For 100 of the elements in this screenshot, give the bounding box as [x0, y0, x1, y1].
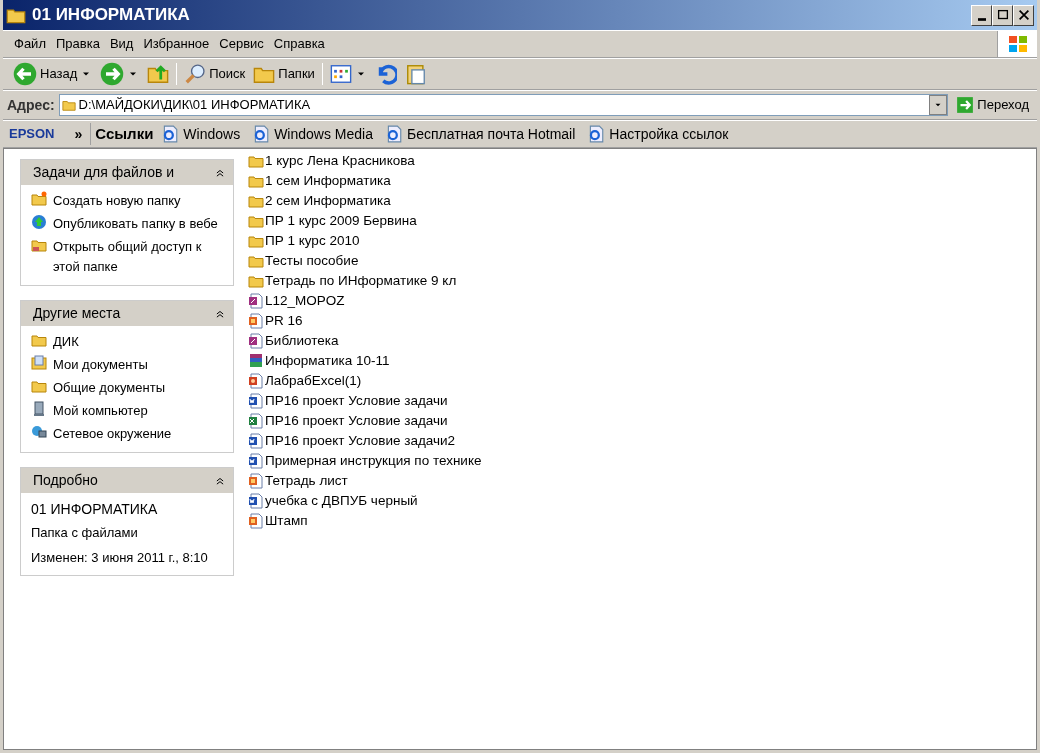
up-folder-icon: [147, 63, 170, 85]
network-icon: [31, 424, 47, 440]
folder-icon: [248, 213, 264, 229]
folder-icon: [248, 273, 264, 289]
task-link[interactable]: Мой компьютер: [31, 401, 227, 421]
folder-icon: [248, 193, 264, 209]
close-button[interactable]: [1013, 4, 1034, 26]
file-item[interactable]: Тесты пособие: [248, 251, 482, 271]
spreadsheet-icon: [248, 413, 264, 429]
back-button[interactable]: Назад: [9, 60, 97, 88]
file-item[interactable]: 1 курс Лена Красникова: [248, 151, 482, 171]
file-item[interactable]: Примерная инструкция по технике: [248, 451, 482, 471]
file-item[interactable]: Библиотека: [248, 331, 482, 351]
browser-icon: [587, 125, 606, 143]
folder-icon: [248, 233, 264, 249]
task-link[interactable]: Создать новую папку: [31, 191, 227, 211]
browser-icon: [252, 125, 271, 143]
folder-icon: [31, 378, 47, 394]
go-arrow-icon: [956, 96, 975, 114]
maximize-button[interactable]: [992, 4, 1013, 26]
image-file-icon: [248, 473, 264, 489]
folder-name: 01 ИНФОРМАТИКА: [31, 500, 159, 519]
folder-icon: [31, 332, 47, 348]
window-title: 01 ИНФОРМАТИКА: [32, 4, 191, 27]
file-item[interactable]: ПР16 проект Условие задачи: [248, 391, 482, 411]
image-file-icon: [248, 513, 264, 529]
folder-icon: [248, 253, 264, 269]
address-label: Адрес:: [7, 95, 55, 115]
word-document-icon: [248, 393, 264, 409]
globe-icon: [31, 214, 47, 230]
folder-icon: [61, 98, 76, 112]
folder-icon: [31, 191, 47, 207]
task-link[interactable]: Общие документы: [31, 378, 227, 398]
dropdown-icon[interactable]: [929, 95, 948, 115]
file-item[interactable]: L12_MOPOZ: [248, 291, 482, 311]
shared-folder-icon: [31, 237, 47, 253]
menu-item[interactable]: Правка: [50, 32, 105, 56]
folder-icon: [248, 173, 264, 189]
browser-icon: [161, 125, 180, 143]
epson-logo: EPSON: [9, 125, 55, 144]
links-title: Ссылки: [90, 122, 154, 146]
collapse-icon: [215, 475, 225, 486]
task-link[interactable]: Сетевое окружение: [31, 424, 227, 444]
link-button[interactable]: Windows: [157, 123, 245, 145]
file-item[interactable]: PR 16: [248, 311, 482, 331]
link-button[interactable]: Настройка ссылок: [583, 123, 733, 145]
menu-item[interactable]: Справка: [268, 32, 330, 56]
task-link[interactable]: Опубликовать папку в вебе: [31, 214, 227, 234]
go-button[interactable]: Переход: [952, 93, 1033, 117]
panel-title: Подробно: [33, 471, 98, 490]
document-icon: [248, 333, 264, 349]
file-item[interactable]: ПР 1 курс 2010: [248, 231, 482, 251]
word-document-icon: [248, 493, 264, 509]
file-item[interactable]: 1 сем Информатика: [248, 171, 482, 191]
panel-title: Другие места: [33, 304, 121, 323]
views-icon: [329, 63, 352, 85]
presentation-icon: [248, 373, 264, 389]
minimize-button[interactable]: [971, 4, 992, 26]
minimize-icon: [977, 17, 986, 21]
menu-item[interactable]: Сервис: [214, 32, 269, 56]
menu-item[interactable]: Избранное: [138, 32, 215, 56]
task-link[interactable]: Открыть общий доступ к этой папке: [31, 237, 227, 277]
menu-item[interactable]: Файл: [9, 32, 51, 56]
task-link[interactable]: ДИК: [31, 332, 227, 352]
link-button[interactable]: Windows Media: [248, 123, 377, 145]
task-link[interactable]: Мои документы: [31, 355, 227, 375]
collapse-icon: [215, 167, 225, 178]
folder-icon: [248, 153, 264, 169]
documents-icon: [31, 355, 47, 371]
search-button[interactable]: Поиск: [180, 61, 250, 87]
panel-title: Задачи для файлов и: [33, 163, 175, 182]
file-item[interactable]: Тетрадь лист: [248, 471, 482, 491]
menu-item[interactable]: Вид: [104, 32, 139, 56]
word-document-icon: [248, 453, 264, 469]
maximize-icon: [995, 8, 1010, 22]
close-icon: [1016, 8, 1031, 22]
word-document-icon: [248, 433, 264, 449]
address-field[interactable]: D:\МАЙДОКИ\ДИК\01 ИНФОРМАТИКА: [58, 94, 949, 116]
chevron-button[interactable]: »: [70, 123, 87, 145]
folder-type: Папка с файлами: [31, 524, 139, 542]
file-item[interactable]: 2 сем Информатика: [248, 191, 482, 211]
search-icon: [184, 63, 207, 85]
file-item[interactable]: Информатика 10-11: [248, 351, 482, 371]
file-item[interactable]: ПР16 проект Условие задачи: [248, 411, 482, 431]
link-button[interactable]: Бесплатная почта Hotmail: [381, 123, 580, 145]
archive-icon: [248, 353, 264, 369]
file-item[interactable]: ПР16 проект Условие задачи2: [248, 431, 482, 451]
browser-icon: [385, 125, 403, 143]
file-item[interactable]: ПР 1 курс 2009 Бервина: [248, 211, 482, 231]
image-file-icon: [248, 313, 264, 329]
computer-icon: [31, 401, 47, 417]
document-icon: [248, 293, 264, 309]
folders-button[interactable]: Папки: [249, 61, 319, 87]
file-item[interactable]: ЛабрабExcel(1): [248, 371, 482, 391]
collapse-icon: [215, 308, 225, 319]
file-item[interactable]: Штамп: [248, 511, 482, 531]
file-item[interactable]: Тетрадь по ИНформатике 9 кл: [248, 271, 482, 291]
clipboard-icon: [404, 63, 427, 85]
modified-date: Изменен: 3 июня 2011 г., 8:10: [31, 548, 209, 567]
file-item[interactable]: учебка с ДВПУБ черный: [248, 491, 482, 511]
